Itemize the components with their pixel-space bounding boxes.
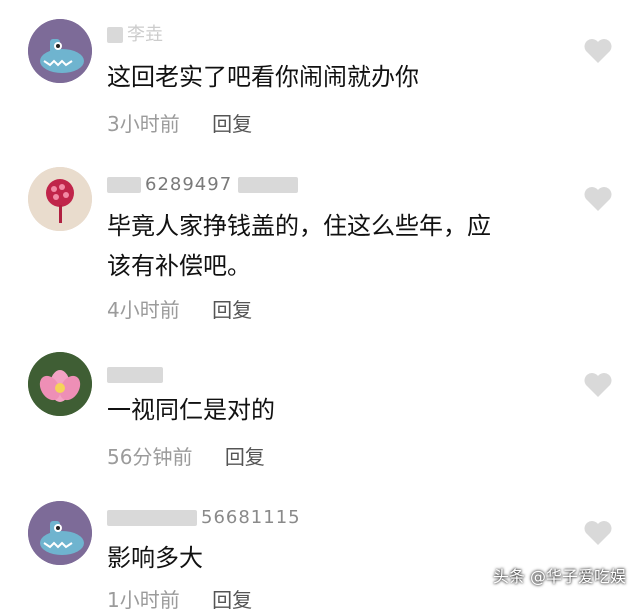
blurred-username xyxy=(107,367,163,383)
blue-monster-icon xyxy=(28,501,92,565)
heart-icon[interactable] xyxy=(582,517,614,549)
timestamp: 3小时前 xyxy=(107,112,180,136)
blurred-username xyxy=(107,510,197,526)
username[interactable] xyxy=(107,364,167,386)
reply-button[interactable]: 回复 xyxy=(212,588,252,612)
comment-text: 一视同仁是对的 xyxy=(107,396,275,424)
comment-text: 毕竟人家挣钱盖的，住这么些年，应 该有补偿吧。 xyxy=(107,212,491,280)
avatar[interactable] xyxy=(28,167,92,231)
reply-button[interactable]: 回复 xyxy=(212,112,252,136)
watermark: 头条 @华子爱吃娱 xyxy=(492,567,626,586)
username[interactable]: 56681115 xyxy=(107,507,301,529)
reply-button[interactable]: 回复 xyxy=(225,445,265,469)
avatar[interactable] xyxy=(28,501,92,565)
blurred-username xyxy=(238,177,299,193)
heart-icon[interactable] xyxy=(582,183,614,215)
comment-meta: 3小时前 回复 xyxy=(107,108,252,137)
heart-icon[interactable] xyxy=(582,35,614,67)
reply-button[interactable]: 回复 xyxy=(212,298,252,322)
timestamp: 56分钟前 xyxy=(107,445,193,469)
comment-meta: 4小时前 回复 xyxy=(107,294,252,323)
comment-text: 这回老实了吧看你闹闹就办你 xyxy=(107,63,419,91)
username[interactable]: 6289497 xyxy=(107,174,302,196)
comment-meta: 56分钟前 回复 xyxy=(107,441,265,470)
blurred-username xyxy=(107,177,141,193)
timestamp: 4小时前 xyxy=(107,298,180,322)
username[interactable]: 李垚 xyxy=(107,20,163,45)
flower-icon xyxy=(28,167,92,231)
avatar[interactable] xyxy=(28,352,92,416)
heart-icon[interactable] xyxy=(582,369,614,401)
blue-monster-icon xyxy=(28,19,92,83)
avatar[interactable] xyxy=(28,19,92,83)
comment-meta: 1小时前 回复 xyxy=(107,584,252,613)
lotus-icon xyxy=(28,352,92,416)
blurred-username xyxy=(107,27,123,43)
timestamp: 1小时前 xyxy=(107,588,180,612)
